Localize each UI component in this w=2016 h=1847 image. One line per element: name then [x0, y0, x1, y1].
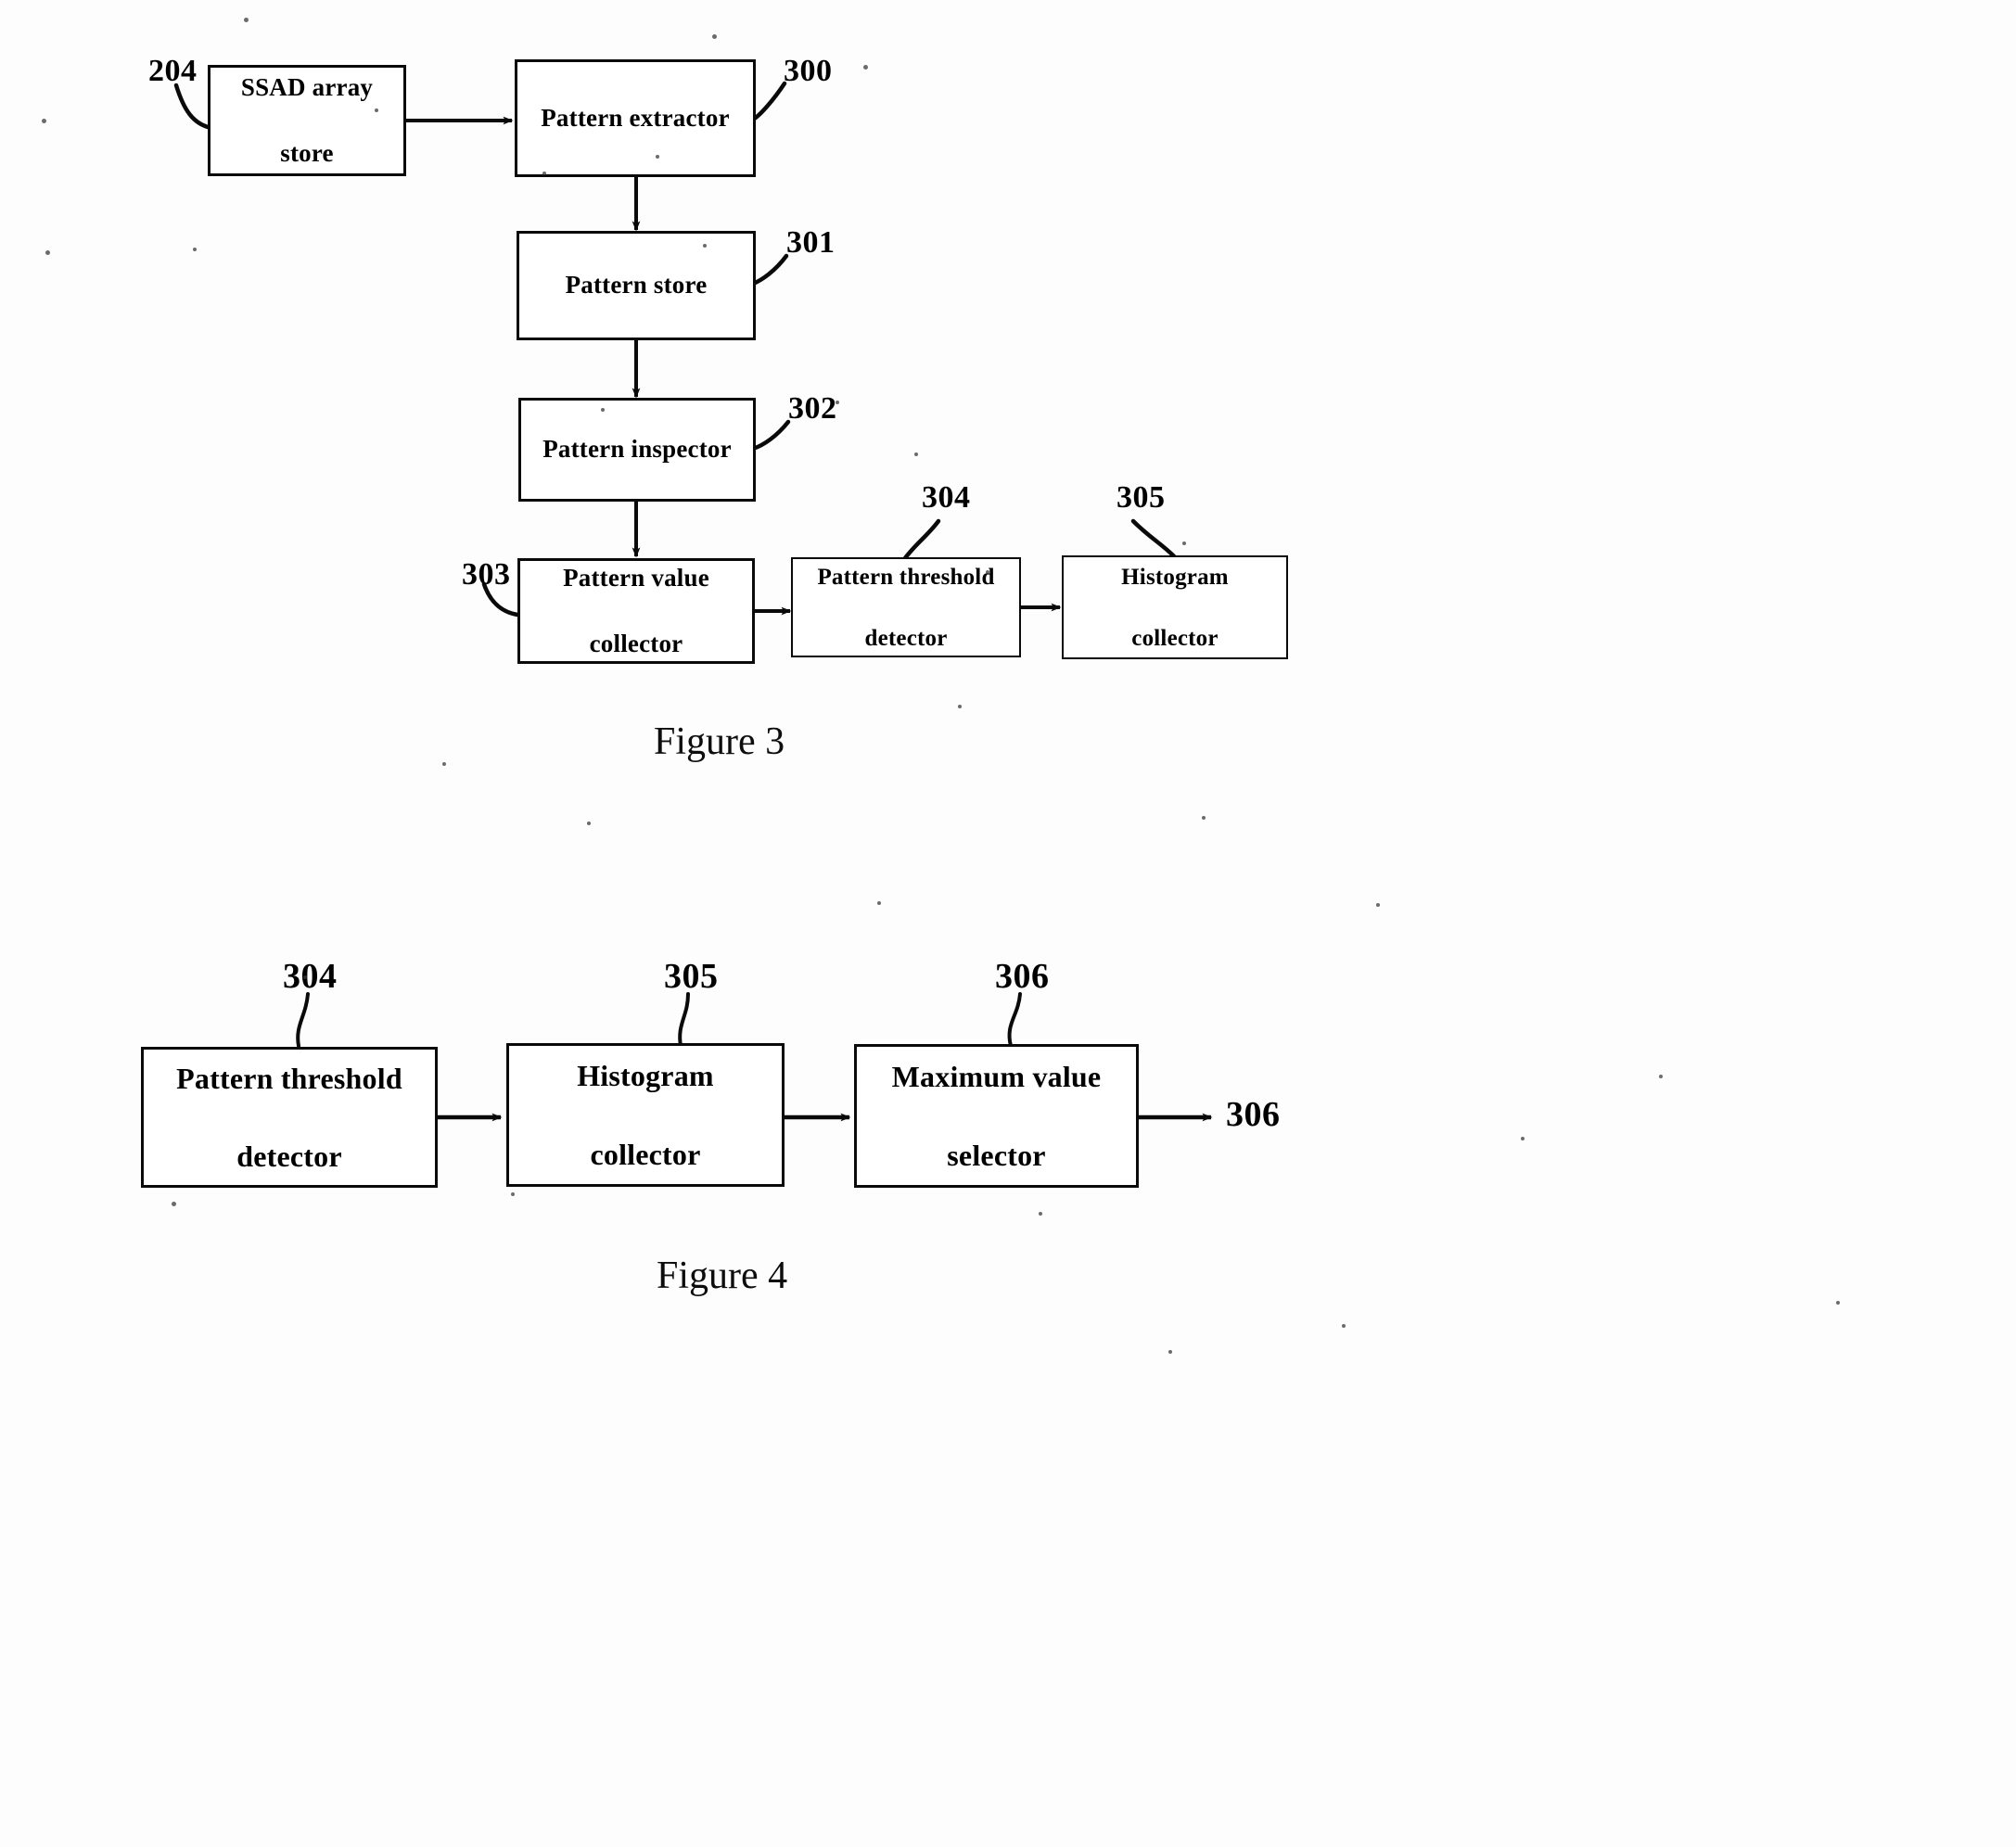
- ref-numeral-305-fig4: 305: [664, 957, 719, 996]
- node-label-line1: Pattern threshold: [176, 1061, 402, 1095]
- scan-speck: [1182, 541, 1186, 545]
- node-label-line2: collector: [1131, 625, 1219, 651]
- connector-layer: [173, 81, 1213, 1122]
- node-label: Pattern threshold detector: [802, 562, 1009, 654]
- node-label-line2: store: [280, 138, 334, 167]
- node-pattern-value-collector: Pattern value collector: [517, 558, 755, 664]
- node-label: Pattern extractor: [541, 103, 730, 132]
- node-label-line1: Pattern threshold: [817, 564, 995, 590]
- scan-speck: [986, 570, 989, 574]
- scan-speck: [703, 244, 707, 248]
- scan-speck: [511, 1192, 515, 1196]
- scan-speck: [1168, 1350, 1172, 1354]
- leader-204: [173, 83, 214, 131]
- node-label-line2: collector: [590, 1137, 701, 1171]
- scan-speck: [712, 34, 717, 39]
- node-label-line2: collector: [589, 629, 683, 657]
- node-pattern-inspector: Pattern inspector: [518, 398, 756, 502]
- node-histogram-collector-fig4: Histogram collector: [506, 1043, 785, 1187]
- node-label: Histogram collector: [562, 1056, 729, 1174]
- scan-speck: [1836, 1301, 1840, 1305]
- scan-speck: [836, 401, 839, 404]
- leader-305-fig3: [1130, 518, 1177, 559]
- scan-speck: [193, 248, 197, 251]
- leader-301: [750, 253, 789, 287]
- scan-speck: [244, 18, 249, 22]
- node-label: Pattern inspector: [542, 435, 732, 464]
- scan-speck: [656, 155, 659, 159]
- scan-speck: [375, 108, 378, 112]
- node-label: Pattern value collector: [548, 562, 724, 661]
- ref-numeral-304-fig3: 304: [922, 480, 971, 515]
- figure-4-caption: Figure 4: [657, 1255, 788, 1297]
- node-label: Histogram collector: [1106, 562, 1244, 654]
- scan-speck: [601, 408, 605, 412]
- node-histogram-collector-fig3: Histogram collector: [1062, 555, 1288, 659]
- node-label-line1: Pattern value: [563, 563, 709, 592]
- ref-numeral-302: 302: [788, 391, 837, 426]
- node-ssad-array-store: SSAD array store: [208, 65, 406, 176]
- scan-speck: [1521, 1137, 1525, 1140]
- ref-numeral-306-output: 306: [1226, 1095, 1281, 1134]
- node-label-line2: detector: [236, 1140, 342, 1174]
- scan-speck: [45, 250, 50, 255]
- leader-302: [750, 419, 791, 452]
- node-maximum-value-selector: Maximum value selector: [854, 1044, 1139, 1188]
- ref-numeral-300: 300: [784, 54, 833, 88]
- leader-304-fig4: [296, 992, 310, 1048]
- scan-speck: [958, 705, 962, 708]
- ref-numeral-301: 301: [786, 225, 836, 260]
- node-label-line2: selector: [947, 1138, 1046, 1172]
- scan-speck: [1659, 1075, 1663, 1078]
- node-label: Pattern threshold detector: [161, 1059, 417, 1177]
- node-pattern-store: Pattern store: [517, 231, 756, 340]
- ref-numeral-305-fig3: 305: [1116, 480, 1166, 515]
- scan-speck: [42, 119, 46, 123]
- node-label: SSAD array store: [226, 71, 388, 171]
- node-pattern-extractor: Pattern extractor: [515, 59, 756, 177]
- node-label-line1: Histogram: [577, 1059, 714, 1093]
- node-label-line1: Histogram: [1121, 564, 1229, 590]
- figure-3-caption: Figure 3: [654, 720, 785, 763]
- scan-speck: [877, 901, 881, 905]
- node-pattern-threshold-detector-fig4: Pattern threshold detector: [141, 1047, 438, 1188]
- scan-speck: [1039, 1212, 1042, 1216]
- scan-speck: [1202, 816, 1206, 820]
- patent-drawing-sheet: 204 SSAD array store Pattern extractor 30…: [0, 0, 2016, 1847]
- scan-speck: [914, 452, 918, 456]
- node-label-line2: detector: [864, 625, 948, 651]
- node-label: Pattern store: [565, 271, 708, 299]
- ref-numeral-204: 204: [148, 54, 198, 88]
- leader-305-fig4: [678, 992, 690, 1048]
- ref-numeral-306-fig4: 306: [995, 957, 1050, 996]
- node-label: Maximum value selector: [877, 1057, 1116, 1175]
- scan-speck: [587, 822, 591, 825]
- node-label-line1: SSAD array: [240, 72, 374, 101]
- scan-speck: [1376, 903, 1380, 907]
- ref-numeral-304-fig4: 304: [283, 957, 338, 996]
- scan-speck: [442, 762, 446, 766]
- leader-300: [750, 81, 787, 122]
- scan-speck: [863, 65, 868, 70]
- leader-304-fig3: [902, 518, 941, 561]
- scan-speck: [542, 172, 546, 175]
- ref-numeral-303: 303: [462, 557, 511, 592]
- leader-306-fig4: [1007, 992, 1022, 1048]
- node-label-line1: Maximum value: [891, 1060, 1102, 1094]
- scan-speck: [303, 975, 307, 979]
- scan-speck: [1342, 1324, 1346, 1328]
- scan-speck: [172, 1202, 176, 1206]
